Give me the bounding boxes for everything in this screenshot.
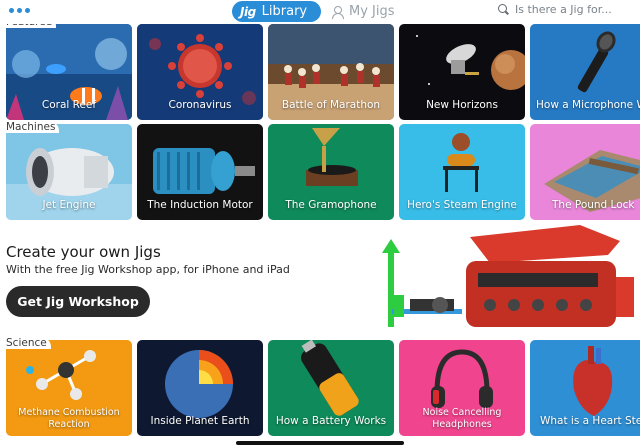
- card-title: Coronavirus: [168, 99, 232, 111]
- card-inside-planet-earth[interactable]: Inside Planet Earth: [137, 340, 263, 436]
- card-title: Battle of Marathon: [281, 99, 381, 111]
- jig-logo-icon: Jig: [240, 4, 256, 19]
- tab-library[interactable]: Jig Library: [232, 1, 321, 22]
- card-gramophone[interactable]: The Gramophone: [268, 124, 394, 220]
- top-bar: Jig Library My Jigs Is there a Jig for..…: [0, 0, 640, 24]
- machines-row: Jet Engine The Induction Motor The Gramo…: [6, 124, 640, 220]
- search-bar[interactable]: Is there a Jig for...: [498, 3, 612, 16]
- card-title: Coral Reef: [41, 99, 97, 111]
- card-title: What is a Heart Ster: [540, 415, 640, 427]
- promo-heading: Create your own Jigs: [6, 243, 161, 261]
- featured-row: Coral Reef Coronavirus Battle of Maratho…: [6, 24, 640, 120]
- card-induction-motor[interactable]: The Induction Motor: [137, 124, 263, 220]
- card-coral-reef[interactable]: Coral Reef: [6, 24, 132, 120]
- card-methane-combustion[interactable]: Methane Combustion Reaction: [6, 340, 132, 436]
- card-new-horizons[interactable]: New Horizons: [399, 24, 525, 120]
- section-label-science: Science: [0, 337, 51, 349]
- card-coronavirus[interactable]: Coronavirus: [137, 24, 263, 120]
- card-battle-of-marathon[interactable]: Battle of Marathon: [268, 24, 394, 120]
- get-jig-workshop-button[interactable]: Get Jig Workshop: [6, 286, 150, 317]
- card-title: Hero's Steam Engine: [407, 199, 517, 211]
- search-input[interactable]: Is there a Jig for...: [515, 3, 612, 16]
- section-label-machines: Machines: [0, 121, 60, 133]
- card-title: Inside Planet Earth: [150, 415, 250, 427]
- engine-illustration: [382, 225, 634, 327]
- more-options-icon[interactable]: [9, 8, 30, 13]
- person-icon: [331, 5, 344, 19]
- card-jet-engine[interactable]: Jet Engine: [6, 124, 132, 220]
- card-noise-cancelling-headphones[interactable]: Noise Cancelling Headphones: [399, 340, 525, 436]
- card-title: How a Microphone Wo: [536, 99, 640, 111]
- card-heart[interactable]: What is a Heart Ster: [530, 340, 640, 436]
- tab-my-jigs-label: My Jigs: [349, 4, 395, 19]
- card-title: Noise Cancelling Headphones: [422, 407, 502, 430]
- card-title: How a Battery Works: [275, 415, 387, 427]
- card-battery[interactable]: How a Battery Works: [268, 340, 394, 436]
- card-title: The Gramophone: [285, 199, 377, 211]
- card-title: The Induction Motor: [147, 199, 253, 211]
- home-indicator[interactable]: [236, 441, 404, 445]
- card-title: Methane Combustion Reaction: [18, 407, 120, 430]
- promo-subtitle: With the free Jig Workshop app, for iPho…: [6, 263, 290, 276]
- card-title: New Horizons: [426, 99, 498, 111]
- card-title: Jet Engine: [42, 199, 96, 211]
- card-pound-lock[interactable]: The Pound Lock: [530, 124, 640, 220]
- card-heros-steam-engine[interactable]: Hero's Steam Engine: [399, 124, 525, 220]
- card-microphone[interactable]: How a Microphone Wo: [530, 24, 640, 120]
- search-icon: [498, 4, 509, 15]
- tab-my-jigs[interactable]: My Jigs: [331, 1, 395, 22]
- tab-library-label: Library: [261, 4, 308, 19]
- science-row: Methane Combustion Reaction Inside Plane…: [6, 340, 640, 436]
- card-title: The Pound Lock: [552, 199, 635, 211]
